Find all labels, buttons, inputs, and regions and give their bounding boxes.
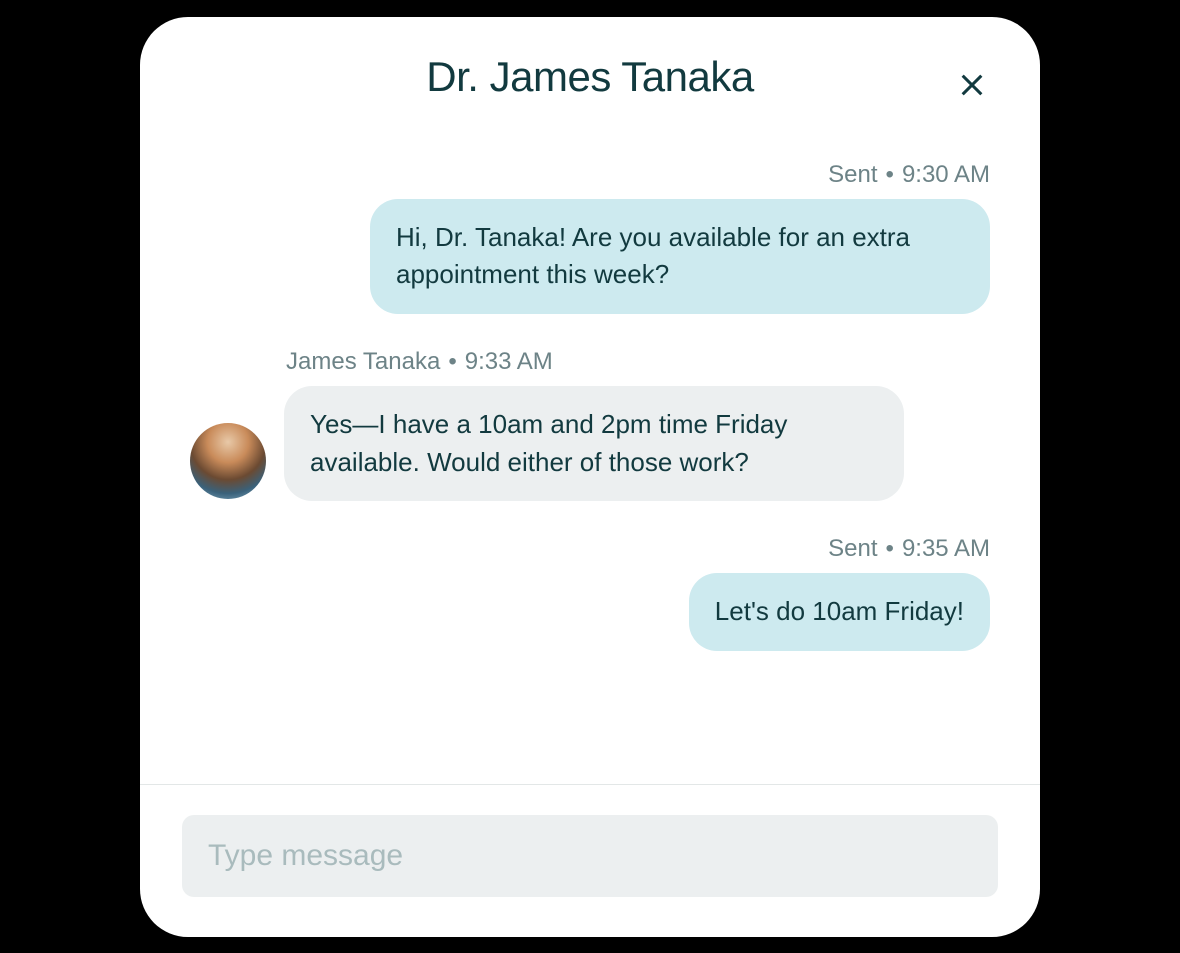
chat-title: Dr. James Tanaka — [180, 53, 1000, 101]
message-sent: Sent • 9:30 AM Hi, Dr. Tanaka! Are you a… — [190, 161, 990, 314]
message-meta: Sent • 9:30 AM — [828, 161, 990, 189]
avatar[interactable] — [190, 423, 266, 499]
chat-window: Dr. James Tanaka Sent • 9:30 AM Hi, Dr. … — [140, 17, 1040, 937]
chat-header: Dr. James Tanaka — [140, 17, 1040, 111]
message-input[interactable] — [182, 815, 998, 897]
close-button[interactable] — [952, 65, 992, 105]
message-sent: Sent • 9:35 AM Let's do 10am Friday! — [190, 535, 990, 651]
message-bubble[interactable]: Yes—I have a 10am and 2pm time Friday av… — [284, 386, 904, 501]
message-time: 9:35 AM — [902, 535, 990, 563]
message-bubble[interactable]: Let's do 10am Friday! — [689, 573, 990, 651]
message-time: 9:33 AM — [465, 348, 553, 376]
meta-separator: • — [448, 348, 456, 376]
messages-list: Sent • 9:30 AM Hi, Dr. Tanaka! Are you a… — [140, 111, 1040, 784]
message-sender: James Tanaka — [286, 348, 440, 376]
message-status: Sent — [828, 535, 877, 563]
composer-area — [140, 784, 1040, 937]
message-meta: Sent • 9:35 AM — [828, 535, 990, 563]
meta-separator: • — [886, 161, 894, 189]
message-row: Yes—I have a 10am and 2pm time Friday av… — [190, 386, 904, 501]
message-status: Sent — [828, 161, 877, 189]
message-time: 9:30 AM — [902, 161, 990, 189]
message-received: James Tanaka • 9:33 AM Yes—I have a 10am… — [190, 348, 990, 501]
message-meta: James Tanaka • 9:33 AM — [190, 348, 553, 376]
message-bubble[interactable]: Hi, Dr. Tanaka! Are you available for an… — [370, 199, 990, 314]
meta-separator: • — [886, 535, 894, 563]
close-icon — [958, 71, 986, 99]
